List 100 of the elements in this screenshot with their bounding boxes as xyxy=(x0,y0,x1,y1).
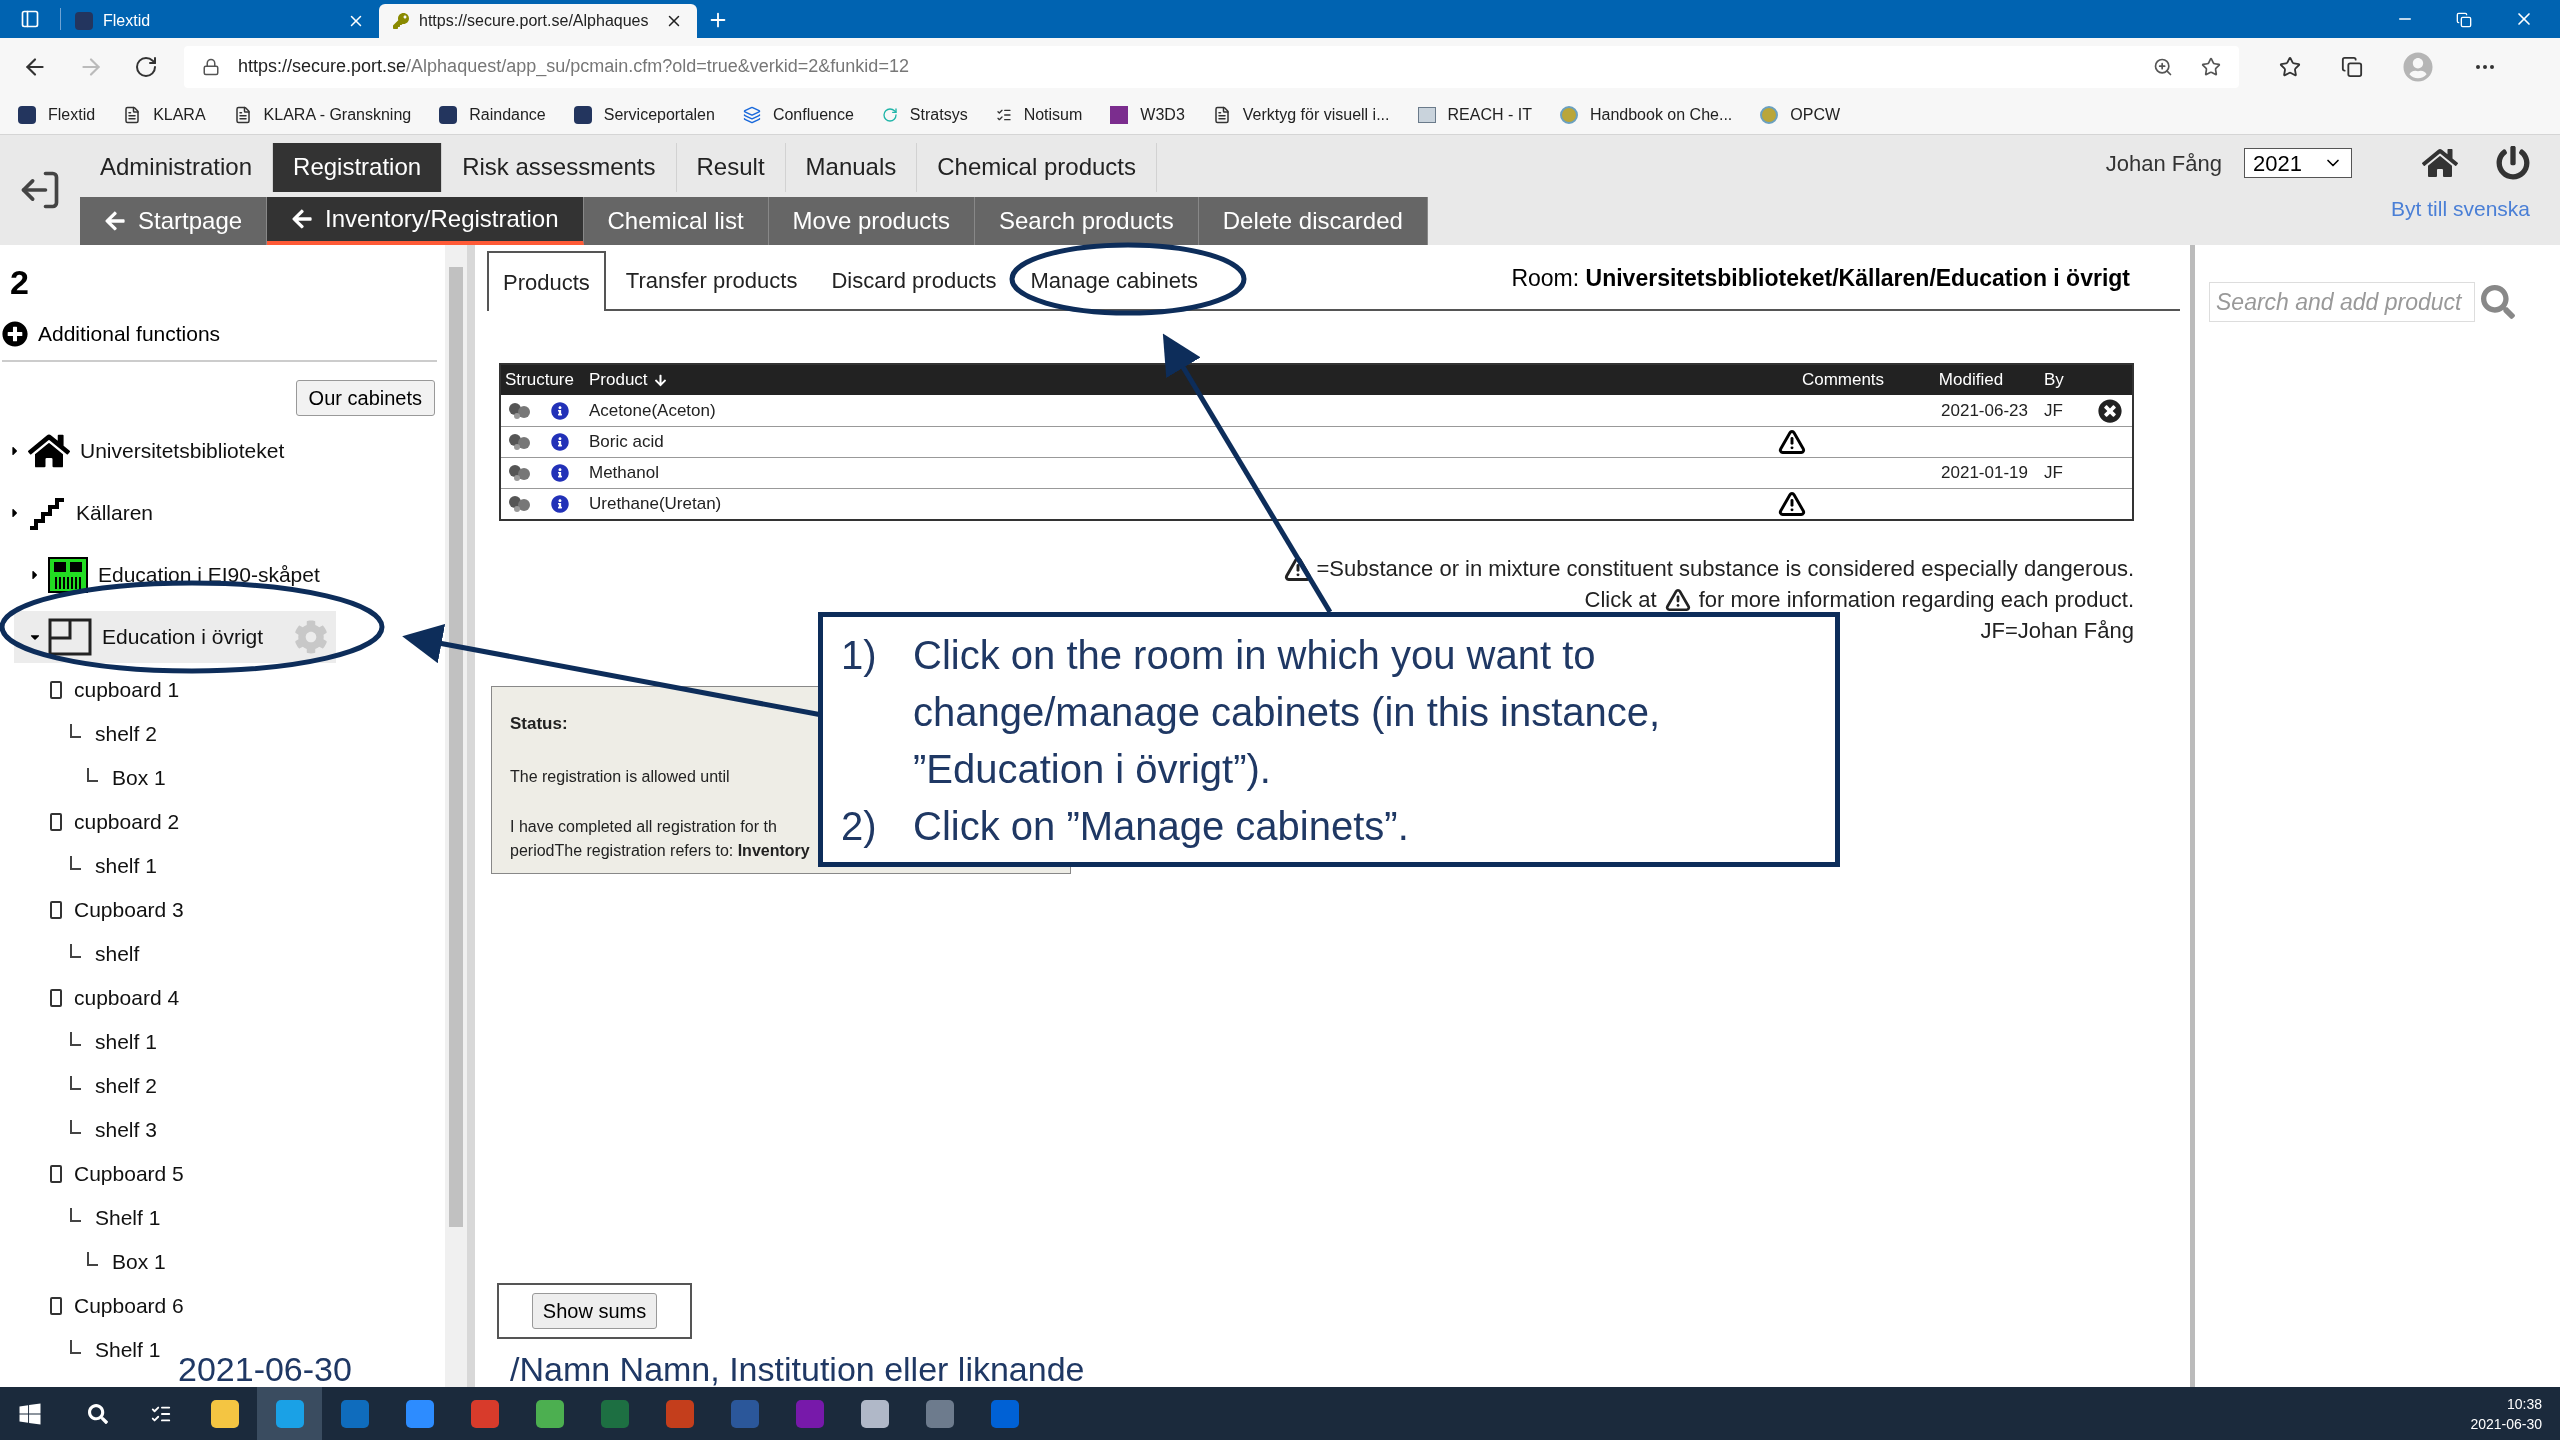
search-icon[interactable] xyxy=(88,1403,108,1424)
content-tab[interactable]: Transfer products xyxy=(611,251,812,309)
bookmark-link[interactable]: Serviceportalen xyxy=(573,102,715,127)
tree-item[interactable]: Shelf 1 xyxy=(70,1201,169,1234)
info-icon[interactable] xyxy=(551,433,569,451)
branch-line-icon xyxy=(70,1339,81,1354)
product-cell[interactable]: Boric acid xyxy=(589,432,664,452)
power-icon[interactable] xyxy=(2496,146,2530,180)
bookmark-link[interactable]: KLARA xyxy=(123,102,206,127)
bookmark-link[interactable]: Confluence xyxy=(742,102,854,127)
reload-icon[interactable] xyxy=(134,54,158,79)
branch-line-icon xyxy=(87,767,98,782)
address-field[interactable]: https://secure.port.se/Alphaquest/app_su/pcmain.cfm?old=true&verkid=2&funkid=12 xyxy=(184,45,2239,88)
warning-icon[interactable] xyxy=(1778,428,1806,456)
structure-icon[interactable] xyxy=(507,464,531,482)
bookmark-link[interactable]: KLARA - Granskning xyxy=(233,102,412,127)
table-row[interactable]: Methanol 2021-01-19 JF xyxy=(501,457,2132,488)
bookmark-link[interactable]: Raindance xyxy=(439,102,546,127)
table-row[interactable]: Urethane(Uretan) xyxy=(501,488,2132,519)
tree-item[interactable]: Universitetsbiblioteket xyxy=(8,429,293,472)
product-cell[interactable]: Urethane(Uretan) xyxy=(589,494,722,514)
layers-icon xyxy=(742,105,761,124)
favorites-icon[interactable] xyxy=(2279,55,2301,78)
submenu-tab[interactable]: Startpage xyxy=(80,196,268,245)
tab-title: https://secure.port.se/Alphaques xyxy=(419,11,650,31)
year-select[interactable]: 2021 xyxy=(2244,148,2352,178)
tree-item[interactable]: cupboard 2 xyxy=(50,805,188,838)
bookmark-link[interactable]: Flextid xyxy=(18,102,96,127)
table-row[interactable]: Boric acid xyxy=(501,426,2132,457)
tree-item[interactable]: cupboard 1 xyxy=(50,673,188,706)
structure-icon[interactable] xyxy=(507,495,531,513)
submenu-tab[interactable]: Inventory/Registration xyxy=(267,196,584,245)
submenu-tab[interactable]: Search products xyxy=(974,196,1199,245)
submenu-tab[interactable]: Chemical list xyxy=(583,196,769,245)
favorite-icon[interactable] xyxy=(2201,56,2221,77)
content-tab[interactable]: Products xyxy=(487,251,606,311)
scrollbar[interactable] xyxy=(445,245,467,1387)
tree-item[interactable]: shelf 2 xyxy=(70,717,165,750)
delete-icon[interactable] xyxy=(2098,398,2122,423)
app-icon xyxy=(665,1399,694,1428)
tree-item[interactable]: shelf 3 xyxy=(70,1113,165,1146)
bookmark-link[interactable]: Stratsys xyxy=(881,102,968,127)
product-cell[interactable]: Acetone(Aceton) xyxy=(589,400,716,420)
content-tab[interactable]: Discard products xyxy=(817,251,1011,309)
tree-item[interactable]: Cupboard 5 xyxy=(50,1157,192,1190)
tree-item[interactable]: Education i övrigt xyxy=(14,610,336,663)
bookmark-link[interactable]: Notisum xyxy=(995,102,1083,127)
submenu-tab[interactable]: Move products xyxy=(768,196,975,245)
tree-item[interactable]: Källaren xyxy=(8,495,162,530)
warning-icon[interactable] xyxy=(1778,490,1806,518)
info-icon[interactable] xyxy=(551,401,569,420)
bookmark-link[interactable]: Handbook on Che... xyxy=(1559,102,1733,127)
browser-tab[interactable]: https://secure.port.se/Alphaques xyxy=(379,4,697,38)
app-icon xyxy=(730,1399,759,1428)
tree-item[interactable]: shelf xyxy=(70,937,148,970)
content-tab[interactable]: Manage cabinets xyxy=(1016,251,1213,309)
menu-tab[interactable]: Risk assessments xyxy=(442,143,677,192)
submenu-tab[interactable]: Delete discarded xyxy=(1198,196,1428,245)
collections-icon[interactable] xyxy=(2341,55,2363,78)
tree-item[interactable]: cupboard 4 xyxy=(50,981,188,1014)
bookmark-link[interactable]: OPCW xyxy=(1760,102,1841,127)
structure-icon[interactable] xyxy=(507,401,531,420)
table-row[interactable]: Acetone(Aceton) 2021-06-23 JF xyxy=(501,395,2132,426)
menu-tab[interactable]: Registration xyxy=(273,143,443,192)
tree-item[interactable]: shelf 1 xyxy=(70,1025,165,1058)
tree-item[interactable]: Shelf 1 xyxy=(70,1333,169,1366)
bookmark-link[interactable]: Verktyg för visuell i... xyxy=(1212,102,1390,127)
menu-tab[interactable]: Chemical products xyxy=(917,143,1157,192)
restore-icon[interactable] xyxy=(2456,12,2472,28)
footer-author: /Namn Namn, Institution eller liknande xyxy=(510,1350,1085,1388)
info-icon[interactable] xyxy=(551,464,569,482)
structure-icon[interactable] xyxy=(507,433,531,451)
our-cabinets-button[interactable]: Our cabinets xyxy=(295,379,435,416)
bookmark-link[interactable]: REACH - IT xyxy=(1417,102,1532,127)
tree-item[interactable]: Cupboard 3 xyxy=(50,893,192,926)
tree-label: Box 1 xyxy=(112,764,166,791)
tree-label: Cupboard 6 xyxy=(74,1292,184,1319)
arrow-left-icon xyxy=(291,207,314,230)
info-icon[interactable] xyxy=(551,495,569,513)
tab-actions-icon[interactable] xyxy=(20,9,40,29)
bookmark-link[interactable]: W3D3 xyxy=(1110,102,1185,127)
menu-tab[interactable]: Manuals xyxy=(785,143,918,192)
tree-item[interactable]: Box 1 xyxy=(87,761,174,794)
show-sums-button[interactable]: Show sums xyxy=(531,1293,658,1329)
tree-item[interactable]: shelf 2 xyxy=(70,1069,165,1102)
product-cell[interactable]: Methanol xyxy=(589,463,659,483)
tree-item[interactable]: Cupboard 6 xyxy=(50,1289,192,1322)
tree-label: shelf 2 xyxy=(95,1072,157,1099)
column-header[interactable]: Product xyxy=(587,367,1778,393)
sort-down-icon xyxy=(653,373,667,387)
menu-tab[interactable]: Result xyxy=(676,143,786,192)
branch-line-icon xyxy=(70,1119,81,1134)
windows-logo-icon[interactable] xyxy=(18,1401,42,1426)
browser-tab[interactable]: Flextid xyxy=(61,4,379,38)
tree-item[interactable]: Box 1 xyxy=(87,1245,174,1278)
app-icon xyxy=(990,1399,1019,1428)
search-field[interactable]: Search and add product xyxy=(2209,282,2475,322)
tree-item[interactable]: shelf 1 xyxy=(70,849,165,882)
zoom-icon[interactable] xyxy=(2153,56,2173,77)
additional-functions-link[interactable]: Additional functions xyxy=(2,318,445,350)
